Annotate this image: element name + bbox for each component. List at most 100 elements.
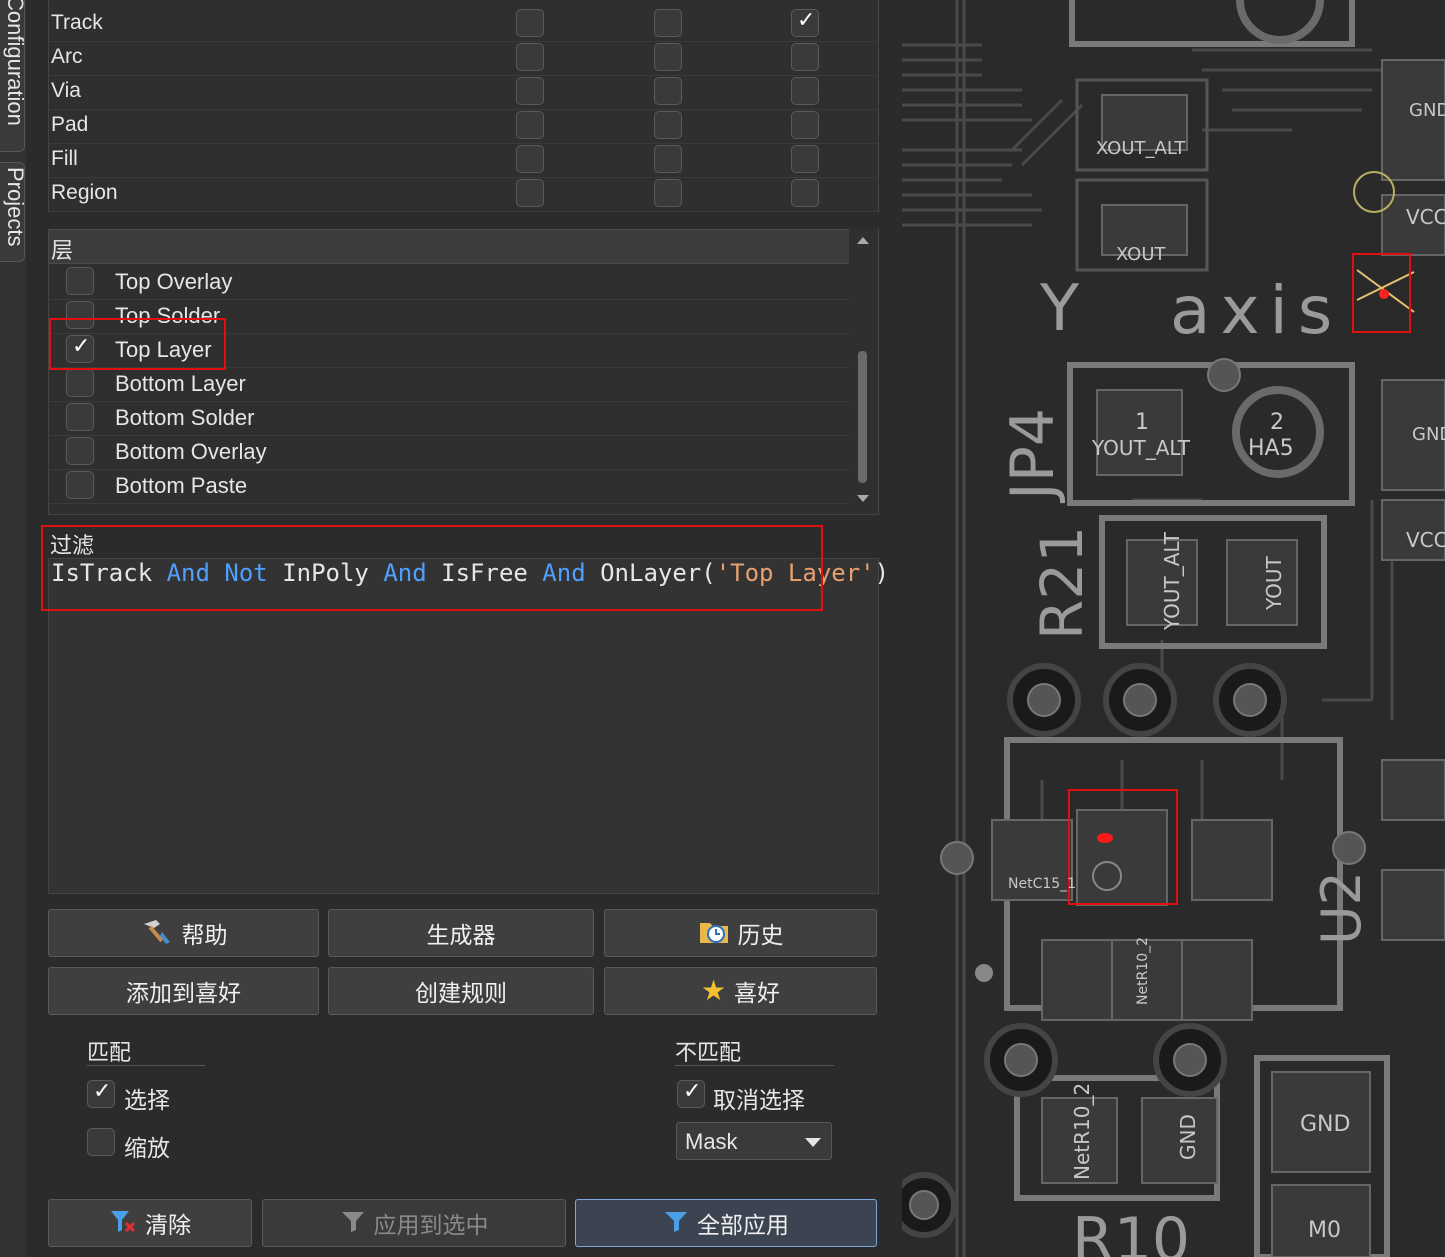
layer-item[interactable]: Top Overlay: [49, 265, 849, 300]
object-type-checkbox-col1[interactable]: [516, 43, 544, 71]
object-type-label: Pad: [51, 113, 89, 136]
star-icon: ★: [700, 975, 727, 1006]
object-type-checkbox-col3[interactable]: [791, 8, 819, 37]
clear-filter-icon: [109, 1208, 137, 1239]
pcb-jp4-silk: JP4: [998, 407, 1068, 500]
nomatch-title: 不匹配: [675, 1040, 742, 1065]
layer-item[interactable]: Bottom Paste: [49, 469, 849, 504]
nomatch-mode-select[interactable]: Mask: [676, 1122, 832, 1160]
object-type-checkbox-col2[interactable]: [654, 9, 682, 37]
help-button[interactable]: 帮助: [48, 909, 319, 957]
layer-item[interactable]: Bottom Solder: [49, 401, 849, 436]
object-type-checkbox-col1[interactable]: [516, 9, 544, 37]
favorites-label: 喜好: [734, 980, 781, 1006]
layer-checkbox[interactable]: [66, 267, 94, 295]
zoom-checkbox[interactable]: [87, 1128, 115, 1156]
history-folder-icon: [698, 917, 730, 950]
pcb-r10-silk: R10: [1072, 1205, 1191, 1257]
layer-label: Bottom Layer: [115, 371, 246, 396]
layer-checkbox[interactable]: [66, 369, 94, 397]
object-type-checkbox-col2[interactable]: [654, 179, 682, 207]
pcb-pad2-number: 2: [1270, 410, 1284, 435]
object-type-label: Arc: [51, 45, 83, 68]
object-type-checkbox-col1[interactable]: [516, 111, 544, 139]
history-button[interactable]: 历史: [604, 909, 877, 957]
clear-button[interactable]: 清除: [48, 1199, 252, 1247]
object-type-row: Arc: [49, 41, 878, 76]
favorites-button[interactable]: ★ 喜好: [604, 967, 877, 1015]
pcb-u2-silk: U2: [1310, 871, 1373, 945]
object-type-checkbox-col2[interactable]: [654, 43, 682, 71]
select-checkbox[interactable]: [87, 1079, 115, 1108]
layer-list-title: 层: [51, 238, 74, 263]
pcb-canvas[interactable]: Y axis JP4 R21 U2 R10 XOUT_ALT XOUT 1 YO…: [902, 0, 1445, 1257]
layer-label: Bottom Paste: [115, 473, 248, 498]
select-label: 选择: [124, 1087, 170, 1113]
tab-configuration-label: Configuration: [3, 0, 25, 126]
layer-item[interactable]: Bottom Overlay: [49, 435, 849, 470]
layer-label: Top Overlay: [115, 269, 233, 294]
pcb-gnd-label: GND: [1300, 1112, 1351, 1137]
object-type-row: Via: [49, 75, 878, 110]
scroll-up-icon[interactable]: [857, 237, 869, 244]
pcb-axis-silk: axis: [1170, 272, 1343, 349]
object-type-checkbox-col1[interactable]: [516, 145, 544, 173]
nomatch-mode-value: Mask: [685, 1129, 738, 1154]
pcb-gnd-pad-label: GND: [1176, 1114, 1200, 1160]
hammer-icon: [140, 916, 174, 951]
builder-label: 生成器: [426, 922, 496, 948]
apply-selected-button[interactable]: 应用到选中: [262, 1199, 566, 1247]
layer-list: Top OverlayTop SolderTop LayerBottom Lay…: [48, 229, 879, 515]
pcb-yout-alt-pad-label: YOUT_ALT: [1160, 531, 1184, 630]
filter-icon: [340, 1209, 366, 1238]
layer-item[interactable]: Bottom Layer: [49, 367, 849, 402]
scroll-thumb[interactable]: [858, 351, 867, 483]
object-type-checkbox-col2[interactable]: [654, 145, 682, 173]
object-type-checkbox-col3[interactable]: [791, 179, 819, 207]
layer-list-header: 层: [48, 229, 850, 264]
add-favorite-button[interactable]: 添加到喜好: [48, 967, 319, 1015]
history-label: 历史: [737, 922, 784, 948]
object-type-checkbox-col3[interactable]: [791, 111, 819, 139]
object-type-table: Track Arc Via Pad Fill Region: [48, 0, 879, 212]
tab-projects-label: Projects: [3, 167, 25, 247]
apply-all-button[interactable]: 全部应用: [575, 1199, 877, 1247]
pcb-yout-alt-label: YOUT_ALT: [1092, 436, 1191, 460]
apply-all-label: 全部应用: [697, 1212, 789, 1238]
layer-scrollbar[interactable]: [849, 229, 877, 513]
layer-checkbox[interactable]: [66, 437, 94, 465]
object-type-checkbox-col2[interactable]: [654, 77, 682, 105]
object-type-checkbox-col3[interactable]: [791, 43, 819, 71]
scroll-down-icon[interactable]: [857, 495, 869, 502]
object-type-row: Fill: [49, 143, 878, 178]
create-rule-button[interactable]: 创建规则: [328, 967, 594, 1015]
filter-icon: [663, 1209, 689, 1238]
apply-selected-label: 应用到选中: [373, 1212, 489, 1238]
highlight-top-layer: [49, 318, 226, 370]
deselect-label: 取消选择: [713, 1087, 805, 1113]
pcb-pad1-number: 1: [1135, 410, 1149, 435]
object-type-checkbox-col3[interactable]: [791, 77, 819, 105]
match-title: 匹配: [87, 1040, 132, 1065]
tab-configuration[interactable]: Configuration: [0, 0, 25, 152]
object-type-label: Via: [51, 79, 81, 102]
pcb-vcc-edge-label: VCC: [1406, 205, 1445, 229]
object-type-row: Pad: [49, 109, 878, 144]
create-rule-label: 创建规则: [415, 980, 507, 1006]
layer-checkbox[interactable]: [66, 403, 94, 431]
pcb-gnd-edge-label-2: GND: [1412, 424, 1445, 445]
pcb-netr10-label: NetR10_2: [1070, 1082, 1094, 1180]
pcb-yout-pad-label: YOUT: [1262, 556, 1286, 610]
object-type-checkbox-col2[interactable]: [654, 111, 682, 139]
zoom-label: 缩放: [124, 1135, 170, 1161]
highlight-filter-expression: [41, 525, 823, 611]
tab-projects[interactable]: Projects: [0, 162, 25, 262]
object-type-checkbox-col1[interactable]: [516, 77, 544, 105]
object-type-checkbox-col3[interactable]: [791, 145, 819, 173]
builder-button[interactable]: 生成器: [328, 909, 594, 957]
object-type-checkbox-col1[interactable]: [516, 179, 544, 207]
deselect-checkbox[interactable]: [677, 1079, 705, 1108]
pcb-xout-alt-label: XOUT_ALT: [1096, 138, 1186, 159]
layer-checkbox[interactable]: [66, 471, 94, 499]
object-type-label: Track: [51, 11, 103, 34]
